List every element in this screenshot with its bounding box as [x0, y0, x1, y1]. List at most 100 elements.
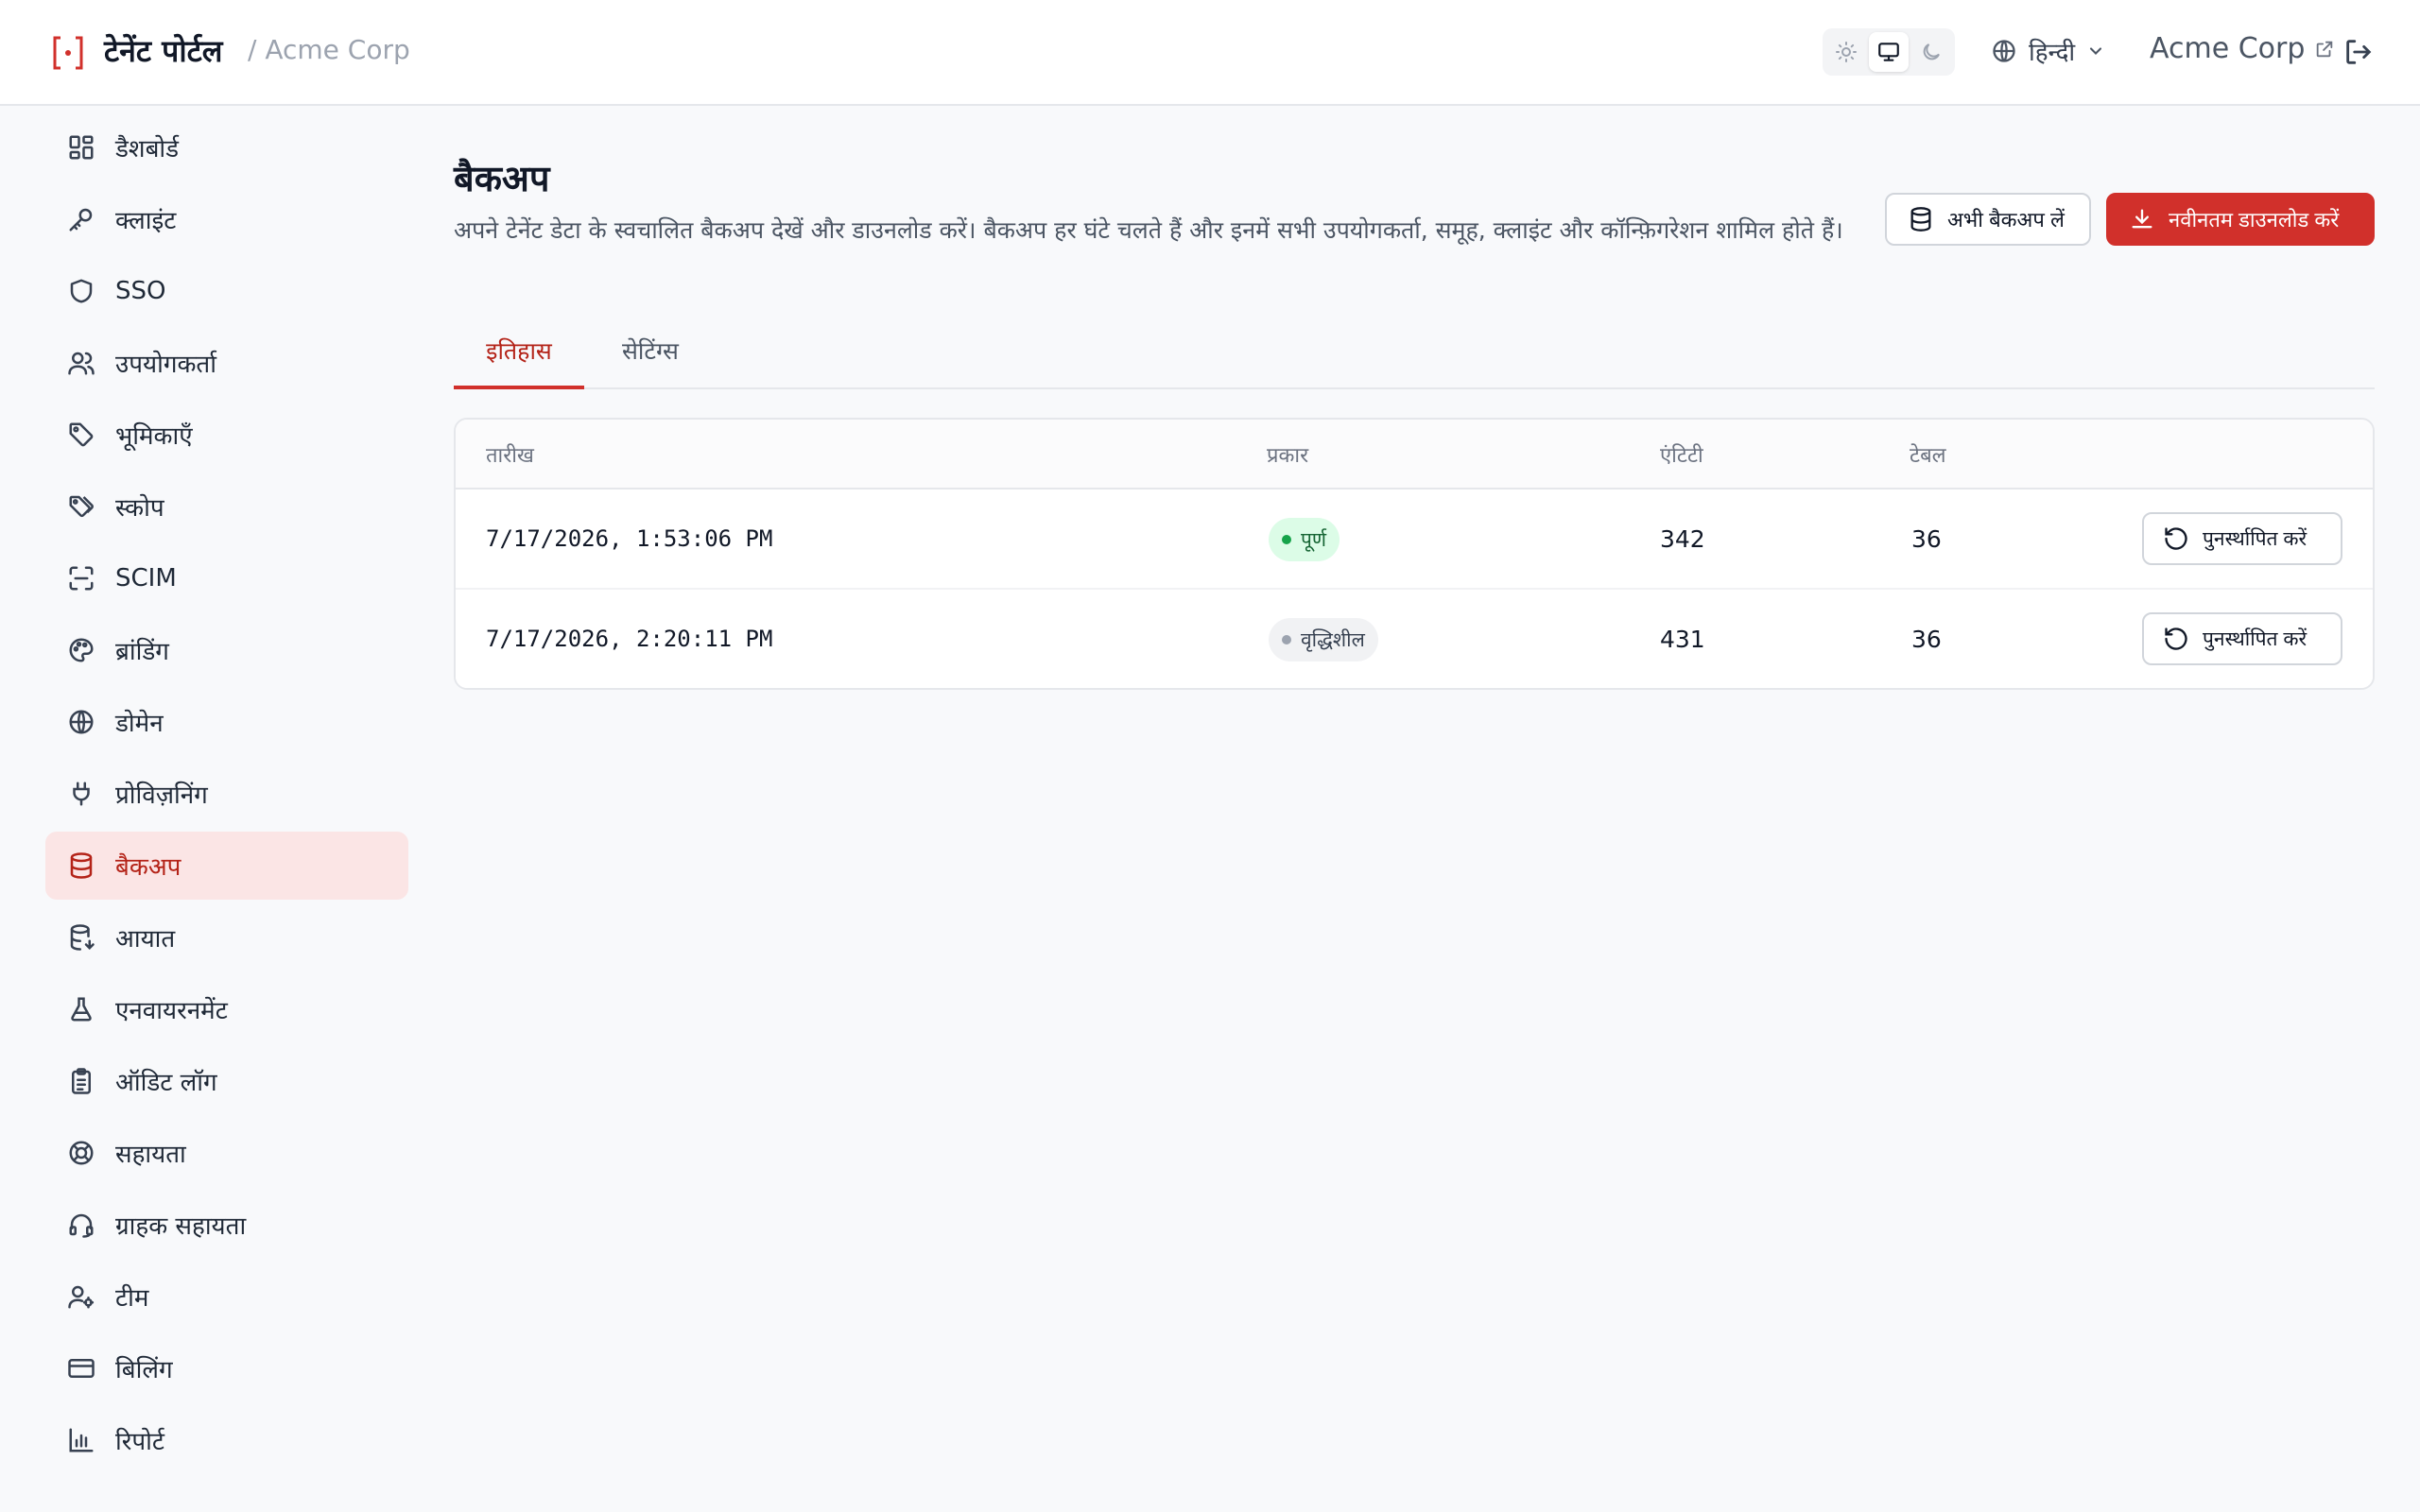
- rotate-ccw-icon: [2165, 627, 2187, 650]
- language-label: हिन्दी: [2029, 39, 2076, 67]
- tags-icon: [66, 491, 96, 522]
- rotate-ccw-icon: [2165, 527, 2187, 550]
- backup-now-button[interactable]: अभी बैकअप लें: [1885, 193, 2091, 246]
- sidebar-item-sso[interactable]: SSO: [45, 257, 408, 325]
- sidebar-item-help[interactable]: सहायता: [45, 1119, 408, 1187]
- sidebar-item-import[interactable]: आयात: [45, 903, 408, 971]
- status-badge: वृद्धिशील: [1269, 618, 1378, 662]
- language-selector[interactable]: हिन्दी: [1991, 34, 2105, 68]
- status-dot: [1282, 635, 1291, 644]
- sidebar-item-label: ग्राहक सहायता: [115, 1212, 247, 1241]
- sidebar-item-label: एनवायरनमेंट: [115, 997, 228, 1025]
- tenant-link-label: Acme Corp: [2150, 32, 2306, 65]
- users-icon: [66, 348, 96, 378]
- column-header-type: प्रकार: [1267, 444, 1309, 468]
- sidebar-item-backup[interactable]: बैकअप: [45, 832, 408, 900]
- app-title: टेनेंट पोर्टल: [104, 33, 223, 69]
- download-latest-label: नवीनतम डाउनलोड करें: [2169, 208, 2340, 232]
- tenant-external-link[interactable]: Acme Corp: [2150, 32, 2335, 65]
- sidebar-item-dashboard[interactable]: डैशबोर्ड: [45, 113, 408, 181]
- sun-icon: [1835, 42, 1857, 62]
- sidebar-item-environment[interactable]: एनवायरनमेंट: [45, 975, 408, 1043]
- sidebar-item-label: डोमेन: [115, 710, 164, 738]
- backup-type-label: वृद्धिशील: [1301, 628, 1365, 651]
- sidebar-item-label: टीम: [115, 1284, 149, 1313]
- dashboard-icon: [66, 132, 96, 163]
- sidebar-item-team[interactable]: टीम: [45, 1263, 408, 1331]
- light-theme-button[interactable]: [1826, 32, 1865, 72]
- sidebar-item-label: डैशबोर्ड: [115, 135, 180, 163]
- sidebar-item-label: आयात: [115, 925, 176, 954]
- clipboard-icon: [66, 1066, 96, 1096]
- tag-icon: [66, 420, 96, 450]
- sidebar-item-label: रिपोर्ट: [115, 1428, 164, 1456]
- shield-icon: [66, 276, 96, 306]
- download-latest-button[interactable]: नवीनतम डाउनलोड करें: [2106, 193, 2375, 246]
- table-header: तारीख प्रकार एंटिटी टेबल: [456, 420, 2373, 490]
- sidebar-item-label: ब्रांडिंग: [115, 638, 169, 666]
- dark-theme-button[interactable]: [1912, 32, 1951, 72]
- sidebar-item-clients[interactable]: क्लाइंट: [45, 185, 408, 253]
- sidebar-item-label: प्रोविज़निंग: [115, 782, 208, 810]
- sidebar-item-billing[interactable]: बिलिंग: [45, 1334, 408, 1402]
- backup-date: 7/17/2026, 2:20:11 PM: [486, 626, 773, 652]
- backup-history-table: तारीख प्रकार एंटिटी टेबल 7/17/2026, 1:53…: [454, 418, 2375, 690]
- sidebar-nav: डैशबोर्ड क्लाइंट SSO उपयोगकर्ता भूमिकाएँ…: [45, 113, 408, 1478]
- globe-icon: [1993, 40, 2015, 62]
- download-icon: [2132, 209, 2152, 229]
- sidebar-item-users[interactable]: उपयोगकर्ता: [45, 329, 408, 397]
- column-header-tables: टेबल: [1910, 444, 1946, 468]
- sidebar-item-domain[interactable]: डोमेन: [45, 688, 408, 756]
- plug-icon: [66, 779, 96, 809]
- sidebar-item-audit-log[interactable]: ऑडिट लॉग: [45, 1047, 408, 1115]
- table-row: 7/17/2026, 2:20:11 PM वृद्धिशील 431 36 प…: [456, 590, 2373, 688]
- status-dot: [1282, 535, 1291, 544]
- entities-count: 431: [1660, 626, 1705, 653]
- breadcrumb-tenant: / Acme Corp: [248, 34, 410, 65]
- sidebar-item-label: ऑडिट लॉग: [115, 1069, 217, 1097]
- sidebar-item-branding[interactable]: ब्रांडिंग: [45, 616, 408, 684]
- restore-label: पुनर्स्थापित करें: [2203, 628, 2308, 650]
- table-row: 7/17/2026, 1:53:06 PM पूर्ण 342 36 पुनर्…: [456, 490, 2373, 590]
- sidebar-item-scim[interactable]: SCIM: [45, 544, 408, 612]
- restore-button[interactable]: पुनर्स्थापित करें: [2142, 612, 2342, 665]
- tables-count: 36: [1911, 525, 1942, 553]
- entities-count: 342: [1660, 525, 1705, 553]
- database-icon: [66, 850, 96, 881]
- globe-icon: [66, 707, 96, 737]
- theme-switcher: [1823, 28, 1955, 76]
- credit-card-icon: [66, 1353, 96, 1383]
- restore-label: पुनर्स्थापित करें: [2203, 528, 2308, 550]
- backup-now-label: अभी बैकअप लें: [1947, 208, 2065, 232]
- tab-history[interactable]: इतिहास: [454, 335, 584, 389]
- sidebar-item-label: भूमिकाएँ: [115, 422, 193, 451]
- sidebar-item-reports[interactable]: रिपोर्ट: [45, 1406, 408, 1474]
- top-header: टेनेंट पोर्टल / Acme Corp हिन्दी Acme Co…: [0, 0, 2420, 106]
- sidebar-item-roles[interactable]: भूमिकाएँ: [45, 401, 408, 469]
- user-cog-icon: [66, 1281, 96, 1312]
- backup-type-label: पूर्ण: [1301, 528, 1327, 551]
- key-icon: [66, 204, 96, 234]
- sidebar-item-scopes[interactable]: स्कोप: [45, 472, 408, 541]
- headset-icon: [66, 1210, 96, 1240]
- restore-button[interactable]: पुनर्स्थापित करें: [2142, 512, 2342, 565]
- tables-count: 36: [1911, 626, 1942, 653]
- logo-icon[interactable]: [49, 32, 87, 74]
- lifebuoy-icon: [66, 1138, 96, 1168]
- flask-icon: [66, 994, 96, 1024]
- sidebar-item-provisioning[interactable]: प्रोविज़निंग: [45, 760, 408, 828]
- column-header-entities: एंटिटी: [1660, 444, 1703, 468]
- page-title: बैकअप: [454, 158, 550, 199]
- database-import-icon: [66, 922, 96, 953]
- external-link-icon: [2317, 41, 2333, 57]
- column-header-date: तारीख: [486, 444, 534, 468]
- monitor-icon: [1878, 43, 1899, 61]
- tab-settings[interactable]: सेटिंग्स: [622, 335, 679, 389]
- moon-icon: [1923, 43, 1941, 60]
- sidebar-item-customer-support[interactable]: ग्राहक सहायता: [45, 1191, 408, 1259]
- system-theme-button[interactable]: [1869, 32, 1909, 72]
- logout-icon: [2346, 40, 2372, 64]
- sidebar-item-label: स्कोप: [115, 494, 164, 523]
- backup-date: 7/17/2026, 1:53:06 PM: [486, 525, 773, 552]
- logout-button[interactable]: [2342, 36, 2375, 68]
